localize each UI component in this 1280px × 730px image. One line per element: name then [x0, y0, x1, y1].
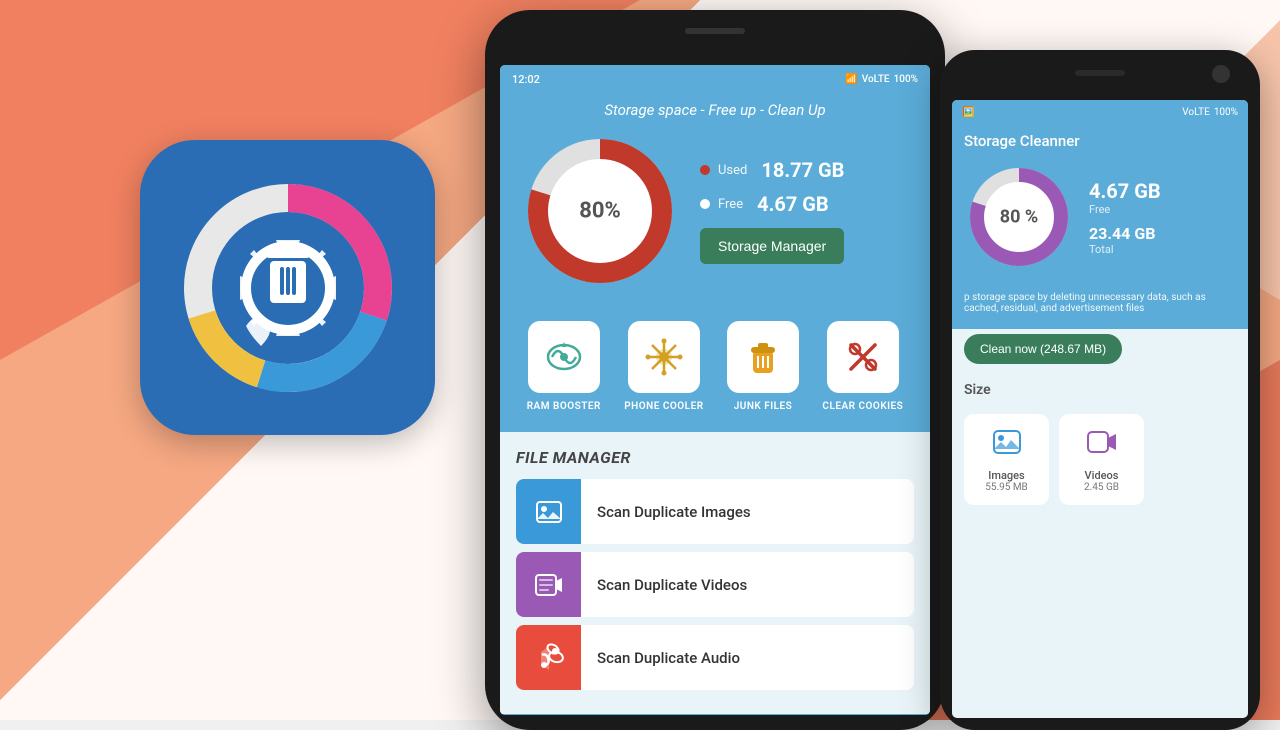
file-manager-title: FILE MANAGER — [516, 448, 914, 467]
donut-legend: Used 18.77 GB Free 4.67 GB Storage Manag… — [700, 158, 844, 264]
size-item-images[interactable]: Images 55.95 MB — [964, 414, 1049, 505]
donut-section: 80% Used 18.77 GB Free 4.67 GB Storage M… — [500, 131, 930, 311]
second-status-right: VoLTE 100% — [1182, 107, 1238, 118]
size-images-label: Images — [976, 469, 1037, 482]
free-label: Free — [718, 197, 743, 212]
file-item-videos[interactable]: Scan Duplicate Videos — [516, 552, 914, 617]
videos-icon — [516, 552, 581, 617]
size-videos-value: 2.45 GB — [1071, 482, 1132, 493]
file-item-audio[interactable]: Scan Duplicate Audio — [516, 625, 914, 690]
action-phone-cooler[interactable]: PHONE COOLER — [624, 321, 703, 412]
second-stats: 4.67 GB Free 23.44 GB Total — [1089, 179, 1161, 256]
quick-actions: RAM BOOSTER — [500, 311, 930, 432]
second-total-value: 23.44 GB — [1089, 224, 1161, 243]
phone-cooler-icon-box — [628, 321, 700, 393]
images-icon — [516, 479, 581, 544]
images-icon-svg — [534, 497, 564, 527]
action-junk-files[interactable]: JUNK FILES — [727, 321, 799, 412]
junk-files-icon — [743, 337, 783, 377]
phone-main-screen: 12:02 📶 VoLTE 100% Storage space - Free … — [500, 65, 930, 715]
signal-text: VoLTE — [862, 74, 890, 85]
second-description: p storage space by deleting unnecessary … — [952, 287, 1248, 329]
phone-camera — [1212, 65, 1230, 83]
battery-text: 100% — [894, 74, 918, 85]
second-total-label: Total — [1089, 243, 1161, 256]
action-clear-cookies[interactable]: CLEAR COOKIES — [822, 321, 903, 412]
second-signal: VoLTE — [1182, 107, 1210, 118]
second-battery: 100% — [1214, 107, 1238, 118]
used-label: Used — [718, 163, 747, 178]
free-value: 4.67 GB — [757, 192, 829, 216]
size-item-videos[interactable]: Videos 2.45 GB — [1059, 414, 1144, 505]
size-title: Size — [952, 374, 1248, 404]
videos-icon-svg — [534, 570, 564, 600]
app-icon — [140, 140, 435, 435]
action-ram-booster[interactable]: RAM BOOSTER — [527, 321, 601, 412]
second-app-title: Storage Cleanner — [952, 124, 1248, 162]
size-videos-svg — [1086, 426, 1118, 458]
second-free-value: 4.67 GB — [1089, 179, 1161, 203]
phone-speaker — [1075, 70, 1125, 76]
legend-free: Free 4.67 GB — [700, 192, 844, 216]
clean-button[interactable]: Clean now (248.67 MB) — [964, 334, 1122, 364]
donut-chart: 80% — [520, 131, 680, 291]
phone-notch — [685, 28, 745, 34]
junk-files-label: JUNK FILES — [734, 401, 793, 412]
second-donut-section: 80 % 4.67 GB Free 23.44 GB Total — [952, 162, 1248, 287]
images-label: Scan Duplicate Images — [581, 503, 767, 521]
second-free-label: Free — [1089, 203, 1161, 216]
ram-booster-label: RAM BOOSTER — [527, 401, 601, 412]
ram-booster-icon-box — [528, 321, 600, 393]
donut-center-percent: 80% — [579, 199, 621, 224]
clear-cookies-icon — [843, 337, 883, 377]
file-item-images[interactable]: Scan Duplicate Images — [516, 479, 914, 544]
status-time: 12:02 — [512, 73, 540, 86]
videos-label: Scan Duplicate Videos — [581, 576, 763, 594]
size-videos-icon — [1071, 426, 1132, 464]
app-icon-svg — [178, 178, 398, 398]
audio-label: Scan Duplicate Audio — [581, 649, 756, 667]
audio-icon-svg — [534, 643, 564, 673]
junk-files-icon-box — [727, 321, 799, 393]
used-value: 18.77 GB — [761, 158, 844, 182]
phone-cooler-label: PHONE COOLER — [624, 401, 703, 412]
second-status-bar: 🖼️ VoLTE 100% — [952, 100, 1248, 124]
size-videos-label: Videos — [1071, 469, 1132, 482]
legend-used: Used 18.77 GB — [700, 158, 844, 182]
second-status-img: 🖼️ — [962, 107, 974, 118]
ram-booster-icon — [544, 337, 584, 377]
size-images-value: 55.95 MB — [976, 482, 1037, 493]
second-donut-percent: 80 % — [1000, 207, 1038, 228]
size-grid: Images 55.95 MB Videos 2.45 GB — [952, 404, 1248, 515]
size-images-svg — [991, 426, 1023, 458]
phone-cooler-icon — [644, 337, 684, 377]
clear-cookies-icon-box — [827, 321, 899, 393]
phone-main: 12:02 📶 VoLTE 100% Storage space - Free … — [485, 10, 945, 730]
storage-manager-button[interactable]: Storage Manager — [700, 228, 844, 264]
size-images-icon — [976, 426, 1037, 464]
status-right: 📶 VoLTE 100% — [845, 74, 918, 85]
app-content: Storage space - Free up - Clean Up 80% — [500, 93, 930, 715]
status-bar: 12:02 📶 VoLTE 100% — [500, 65, 930, 93]
phone-second-screen: 🖼️ VoLTE 100% Storage Cleanner 80 % 4.67… — [952, 100, 1248, 718]
audio-icon — [516, 625, 581, 690]
clear-cookies-label: CLEAR COOKIES — [822, 401, 903, 412]
second-donut-chart: 80 % — [964, 162, 1074, 272]
file-manager-section: FILE MANAGER Scan Duplicate Images — [500, 432, 930, 714]
used-dot — [700, 165, 710, 175]
free-dot — [700, 199, 710, 209]
wifi-icon: 📶 — [845, 74, 857, 85]
app-title: Storage space - Free up - Clean Up — [500, 93, 930, 131]
phone-second: 🖼️ VoLTE 100% Storage Cleanner 80 % 4.67… — [940, 50, 1260, 730]
